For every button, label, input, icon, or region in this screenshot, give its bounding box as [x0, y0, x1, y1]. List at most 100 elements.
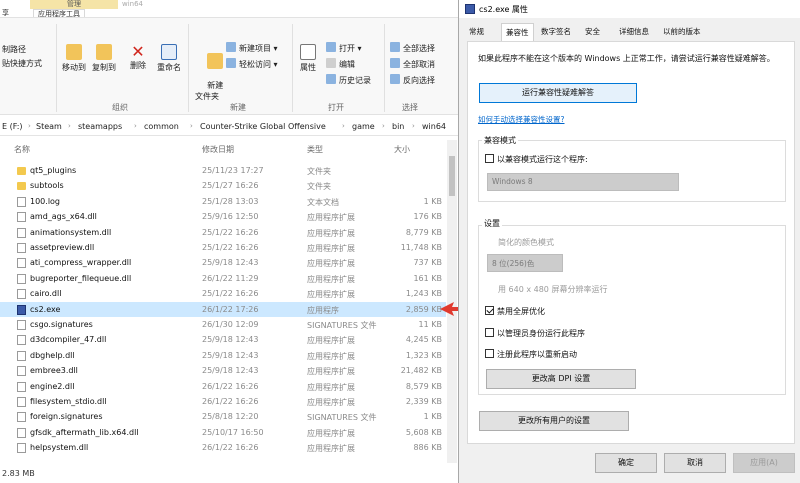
breadcrumb-drive[interactable]: E (F:): [2, 122, 23, 131]
file-row[interactable]: bugreporter_filequeue.dll 26/1/22 11:29 应用…: [0, 271, 446, 286]
file-name: bugreporter_filequeue.dll: [30, 273, 132, 283]
new-folder-button[interactable]: 新建 文件夹: [192, 44, 224, 111]
delete-button[interactable]: ✕ 删除: [126, 44, 150, 71]
column-header-type[interactable]: 类型: [307, 144, 323, 155]
file-row[interactable]: cs2.exe 26/1/22 17:26 应用程序 2,859 KB: [0, 301, 446, 317]
file-name: csgo.signatures: [30, 320, 93, 329]
file-row[interactable]: embree3.dll 25/9/18 12:43 应用程序扩展 21,482 KB: [0, 363, 446, 378]
chevron-right-icon: ›: [28, 122, 31, 130]
file-type: 应用程序扩展: [307, 336, 355, 346]
color-mode-select[interactable]: 8 位(256)色: [487, 254, 563, 272]
group-separator: [188, 24, 189, 112]
run-troubleshooter-button[interactable]: 运行兼容性疑难解答: [479, 83, 637, 103]
manual-settings-link[interactable]: 如何手动选择兼容性设置?: [478, 114, 564, 125]
edit-button[interactable]: 编辑: [326, 58, 355, 70]
file-row[interactable]: cairo.dll 25/1/22 16:26 应用程序扩展 1,243 KB: [0, 286, 446, 301]
paste-shortcut-button[interactable]: 贴快捷方式: [2, 58, 42, 69]
compat-mode-select[interactable]: Windows 8: [487, 173, 679, 191]
select-none-button[interactable]: 全部取消: [390, 58, 435, 70]
run-as-admin-checkbox[interactable]: 以管理员身份运行此程序: [485, 328, 585, 339]
file-row[interactable]: qt5_plugins 25/11/23 17:27 文件夹: [0, 163, 446, 178]
file-type: 应用程序扩展: [307, 398, 355, 407]
file-row[interactable]: dbghelp.dll 25/9/18 12:43 应用程序扩展 1,323 KB: [0, 348, 446, 363]
compat-mode-group: [478, 140, 786, 202]
file-row[interactable]: subtools 25/1/27 16:26 文件夹: [0, 178, 446, 193]
file-row[interactable]: gfsdk_aftermath_lib.x64.dll 25/10/17 16:5…: [0, 425, 446, 440]
file-row[interactable]: csgo.signatures 26/1/30 12:09 SIGNATURES 文…: [0, 317, 446, 332]
tab-digital-signatures[interactable]: 数字签名: [541, 26, 571, 37]
new-folder-label: 新建 文件夹: [195, 81, 224, 101]
file-date: 25/1/28 13:03: [202, 196, 259, 206]
change-all-users-button[interactable]: 更改所有用户的设置: [479, 411, 629, 431]
breadcrumb-bin[interactable]: bin: [392, 122, 404, 131]
file-row[interactable]: engine2.dll 26/1/22 16:26 应用程序扩展 8,579 KB: [0, 379, 446, 394]
checkbox-box[interactable]: [485, 349, 494, 358]
file-row[interactable]: helpsystem.dll 26/1/22 16:26 应用程序扩展 886 KB: [0, 440, 446, 455]
file-name: embree3.dll: [30, 366, 78, 376]
ok-button[interactable]: 确定: [595, 453, 657, 473]
scrollbar-thumb[interactable]: [449, 156, 455, 196]
file-name: subtools: [30, 181, 64, 191]
file-row[interactable]: assetpreview.dll 25/1/22 16:26 应用程序扩展 11,74…: [0, 240, 446, 255]
breadcrumb-steam[interactable]: Steam: [36, 122, 62, 131]
file-row[interactable]: filesystem_stdio.dll 26/1/22 16:26 应用程序扩展 2…: [0, 394, 446, 409]
breadcrumb-game[interactable]: game: [352, 122, 375, 131]
tab-general[interactable]: 常规: [469, 26, 484, 37]
breadcrumb-win64[interactable]: win64: [422, 122, 446, 131]
cancel-button[interactable]: 取消: [664, 453, 726, 473]
new-item-icon: [226, 42, 236, 52]
window-title: win64: [122, 0, 144, 8]
register-restart-checkbox[interactable]: 注册此程序以重新启动: [485, 349, 577, 360]
rename-button[interactable]: 重命名: [154, 44, 184, 73]
move-to-button[interactable]: 移动到: [60, 44, 88, 73]
copy-path-button[interactable]: 制路径: [2, 44, 26, 55]
rename-label: 重命名: [157, 63, 181, 72]
checkbox-box-checked[interactable]: [485, 306, 494, 315]
column-header-name[interactable]: 名称: [14, 144, 30, 155]
easy-access-button[interactable]: 轻松访问 ▾: [226, 58, 278, 70]
copy-to-button[interactable]: 复制到: [90, 44, 118, 73]
tab-previous-versions[interactable]: 以前的版本: [663, 26, 701, 37]
file-icon: [17, 243, 26, 253]
new-item-button[interactable]: 新建项目 ▾: [226, 42, 278, 54]
file-name: helpsystem.dll: [30, 443, 89, 453]
file-row[interactable]: foreign.signatures 25/8/18 12:20 SIGNATURE…: [0, 409, 446, 424]
tab-details[interactable]: 详细信息: [619, 26, 649, 37]
checkbox-box[interactable]: [485, 328, 494, 337]
breadcrumb-cs-go[interactable]: Counter-Strike Global Offensive: [200, 122, 326, 131]
tab-compatibility[interactable]: 兼容性: [501, 23, 534, 42]
breadcrumb-common[interactable]: common: [144, 122, 179, 131]
checkbox-box[interactable]: [485, 154, 494, 163]
intro-text: 如果此程序不能在这个版本的 Windows 上正常工作，请尝试运行兼容性疑难解答…: [478, 54, 775, 63]
file-row[interactable]: animationsystem.dll 25/1/22 16:26 应用程序扩展 8,…: [0, 225, 446, 240]
open-button[interactable]: 打开 ▾: [326, 42, 362, 54]
file-icon: [17, 397, 26, 407]
file-row[interactable]: 100.log 25/1/28 13:03 文本文档 1 KB: [0, 194, 446, 209]
apply-button[interactable]: 应用(A): [733, 453, 795, 473]
change-high-dpi-button[interactable]: 更改高 DPI 设置: [486, 369, 636, 389]
file-size: 886 KB: [413, 443, 442, 453]
properties-button[interactable]: 属性: [296, 44, 320, 73]
history-button[interactable]: 历史记录: [326, 74, 371, 86]
file-icon: [17, 443, 26, 454]
invert-selection-label: 反向选择: [403, 76, 435, 85]
column-header-size[interactable]: 大小: [394, 144, 410, 155]
file-row[interactable]: d3dcompiler_47.dll 25/9/18 12:43 应用程序扩展 4,2…: [0, 332, 446, 347]
address-bar[interactable]: E (F:) › Steam › steamapps › common › Co…: [0, 118, 462, 136]
file-date: 25/1/22 16:26: [202, 243, 259, 252]
register-restart-label: 注册此程序以重新启动: [497, 350, 577, 359]
select-all-button[interactable]: 全部选择: [390, 42, 435, 54]
invert-selection-button[interactable]: 反向选择: [390, 74, 435, 86]
move-to-icon: [66, 44, 82, 60]
disable-fullscreen-opt-checkbox[interactable]: 禁用全屏优化: [485, 306, 545, 317]
file-date: 25/9/18 12:43: [202, 350, 259, 360]
breadcrumb-steamapps[interactable]: steamapps: [78, 122, 122, 131]
ribbon-tab-bar: 管理 享 应用程序工具 win64: [0, 0, 462, 18]
file-row[interactable]: ati_compress_wrapper.dll 25/9/18 12:43 应用程…: [0, 255, 446, 270]
compat-mode-checkbox[interactable]: 以兼容模式运行这个程序:: [485, 154, 588, 165]
edit-label: 编辑: [339, 60, 355, 69]
file-row[interactable]: amd_ags_x64.dll 25/9/16 12:50 应用程序扩展 176 KB: [0, 209, 446, 224]
column-header-date[interactable]: 修改日期: [202, 144, 234, 155]
tab-security[interactable]: 安全: [585, 26, 600, 37]
compat-mode-checkbox-label: 以兼容模式运行这个程序:: [497, 155, 588, 164]
